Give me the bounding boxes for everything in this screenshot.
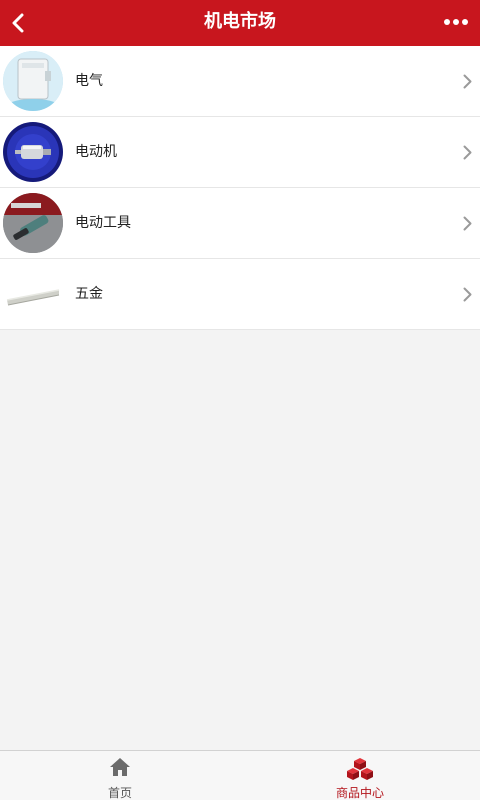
chevron-right-icon <box>463 287 472 302</box>
chevron-right-icon <box>463 216 472 231</box>
list-item[interactable]: 电气 <box>0 46 480 117</box>
more-dots-icon <box>444 19 468 25</box>
category-label: 五金 <box>75 286 103 302</box>
bottom-tabbar: 首页 商品中心 <box>0 750 480 800</box>
more-button[interactable] <box>436 0 472 46</box>
electrical-box-thumbnail <box>3 51 63 111</box>
chevron-right-icon <box>463 145 472 160</box>
hardware-thumbnail <box>3 264 63 324</box>
page-title: 机电市场 <box>204 11 276 32</box>
tab-goods-center-label: 商品中心 <box>335 786 384 800</box>
list-item[interactable]: 电动工具 <box>0 188 480 259</box>
category-list: 电气 电动机 电动工具 五金 <box>0 46 480 330</box>
motor-thumbnail <box>3 122 63 182</box>
home-icon <box>110 758 130 776</box>
list-item[interactable]: 电动机 <box>0 117 480 188</box>
category-label: 电气 <box>75 73 103 89</box>
app-header: 机电市场 <box>0 0 480 46</box>
category-label: 电动机 <box>75 144 117 160</box>
chevron-right-icon <box>463 74 472 89</box>
tab-goods-center[interactable]: 商品中心 <box>240 751 480 800</box>
tab-home-label: 首页 <box>107 786 132 800</box>
cubes-icon <box>347 758 373 780</box>
list-item[interactable]: 五金 <box>0 259 480 330</box>
tab-home[interactable]: 首页 <box>0 751 240 800</box>
category-label: 电动工具 <box>75 215 131 231</box>
power-tool-thumbnail <box>3 193 63 253</box>
